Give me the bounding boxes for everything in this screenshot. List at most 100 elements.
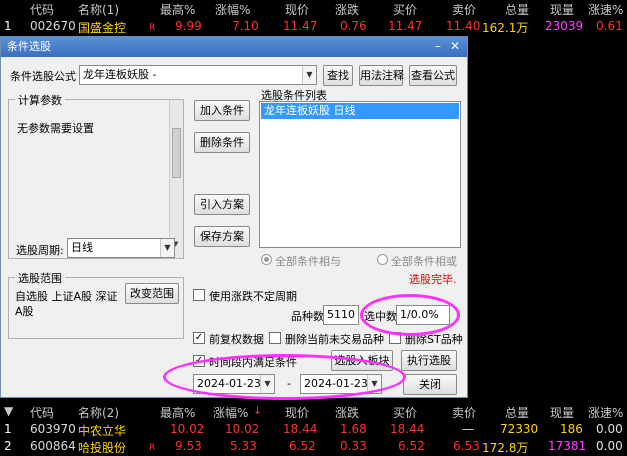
delete-condition-button[interactable]: 删除条件 — [194, 132, 250, 153]
stock-name: 中农立华 — [78, 424, 127, 438]
period-select[interactable]: 日线 ▼ — [67, 238, 175, 258]
highlight-ellipse-dates — [163, 354, 406, 400]
period-value: 日线 — [71, 241, 93, 254]
chevron-down-icon[interactable]: ▼ — [160, 239, 174, 257]
dialog-title: 条件选股 — [7, 40, 51, 53]
col-code[interactable]: 代码 — [30, 404, 54, 421]
irregular-period-label: 使用涨跌不定周期 — [209, 290, 297, 303]
col-volume[interactable]: 总量 — [505, 1, 529, 18]
col-change[interactable]: 涨跌 — [335, 404, 359, 421]
radio-and-label: 全部条件相与 — [275, 255, 341, 268]
chevron-down-icon[interactable]: ▼ — [302, 66, 316, 84]
table-row[interactable]: 2 600864 哈投股份 R 9.53 5.33 6.52 0.33 6.52… — [0, 438, 627, 456]
ask: 11.40 — [446, 19, 481, 33]
period-label: 选股周期: — [16, 244, 64, 257]
change: 1.68 — [340, 422, 367, 436]
formula-select[interactable]: 龙年连板妖股 - ▼ — [79, 65, 317, 85]
radio-or-label: 全部条件相或 — [391, 255, 457, 268]
ask: 6.53 — [453, 439, 480, 453]
list-item[interactable]: 龙年连板妖股 日线 — [261, 103, 459, 119]
usage-notes-button[interactable]: 用法注释 — [359, 65, 404, 86]
params-scrollbar[interactable]: ▼ — [169, 100, 183, 258]
params-title: 计算参数 — [15, 92, 65, 108]
conditions-list[interactable]: 龙年连板妖股 日线 — [259, 101, 461, 248]
range-text: 自选股 上证A股 深证 — [15, 290, 118, 303]
stock-code: 002670 — [30, 19, 76, 33]
formula-label: 条件选股公式 — [10, 70, 76, 83]
change: 0.76 — [340, 19, 367, 33]
find-button[interactable]: 查找 — [323, 65, 353, 86]
col-change-pct[interactable]: 涨幅% — [213, 404, 248, 421]
scroll-thumb[interactable] — [172, 128, 181, 178]
col-bid[interactable]: 买价 — [393, 404, 417, 421]
radio-and[interactable] — [261, 254, 272, 265]
stock-screener-dialog: 条件选股 – ✕ 条件选股公式 龙年连板妖股 - ▼ 查找 用法注释 查看公式 … — [0, 36, 468, 398]
volume: 172.8万 — [482, 441, 529, 455]
col-change-pct[interactable]: 涨幅% — [215, 1, 250, 18]
row-index: 1 — [4, 19, 12, 33]
col-speed[interactable]: 涨速% — [588, 1, 623, 18]
high-pct: 9.99 — [175, 19, 202, 33]
ask: — — [462, 422, 474, 436]
col-price[interactable]: 现价 — [285, 1, 309, 18]
high-pct: 10.02 — [170, 422, 205, 436]
execute-button[interactable]: 执行选股 — [401, 350, 457, 371]
save-scheme-button[interactable]: 保存方案 — [194, 226, 250, 247]
col-name[interactable]: 名称(1) — [78, 1, 119, 18]
import-scheme-button[interactable]: 引入方案 — [194, 194, 250, 215]
minimize-icon[interactable]: – — [431, 40, 445, 54]
remove-no-trade-checkbox[interactable] — [269, 332, 281, 344]
params-group: 计算参数 无参数需要设置 ▼ — [8, 92, 184, 259]
col-ask[interactable]: 卖价 — [452, 404, 476, 421]
table-row[interactable]: 1 603970 中农立华 10.02 10.02 18.44 1.68 18.… — [0, 421, 627, 439]
col-code[interactable]: 代码 — [30, 1, 54, 18]
change-pct: 5.33 — [230, 439, 257, 453]
col-name[interactable]: 名称(2) — [78, 404, 119, 421]
col-change[interactable]: 涨跌 — [335, 1, 359, 18]
price: 6.52 — [289, 439, 316, 453]
params-text: 无参数需要设置 — [17, 122, 94, 135]
view-formula-button[interactable]: 查看公式 — [409, 65, 457, 86]
col-volume[interactable]: 总量 — [505, 404, 529, 421]
row-index: 1 — [4, 422, 12, 436]
col-cur-vol[interactable]: 现量 — [550, 1, 574, 18]
add-condition-button[interactable]: 加入条件 — [194, 100, 250, 121]
volume: 162.1万 — [482, 21, 529, 35]
dialog-titlebar[interactable]: 条件选股 – ✕ — [1, 37, 467, 57]
remove-no-trade-label: 删除当前未交易品种 — [285, 333, 384, 346]
bid: 18.44 — [390, 422, 425, 436]
col-price[interactable]: 现价 — [285, 404, 309, 421]
margin-flag: R — [149, 443, 156, 453]
change-pct: 7.10 — [232, 19, 259, 33]
row-index: 2 — [4, 439, 12, 453]
col-bid[interactable]: 买价 — [393, 1, 417, 18]
high-pct: 9.53 — [175, 439, 202, 453]
sort-desc-icon: ↓ — [253, 404, 263, 417]
col-high-pct[interactable]: 最高% — [160, 404, 195, 421]
bid: 11.47 — [388, 19, 423, 33]
col-ask[interactable]: 卖价 — [452, 1, 476, 18]
col-cur-vol[interactable]: 现量 — [550, 404, 574, 421]
volume: 72330 — [500, 422, 539, 436]
stock-name: 国盛金控 — [78, 21, 127, 35]
speed: 0.00 — [596, 422, 623, 436]
col-speed[interactable]: 涨速% — [588, 404, 623, 421]
range-text-2: A股 — [15, 305, 34, 318]
stock-code: 600864 — [30, 439, 76, 453]
status-text: 选股完毕. — [409, 273, 457, 286]
close-button[interactable]: 关闭 — [403, 374, 457, 395]
change-range-button[interactable]: 改变范围 — [125, 283, 179, 304]
range-group: 选股范围 自选股 上证A股 深证 A股 改变范围 — [8, 270, 184, 339]
prior-adjust-checkbox[interactable]: ✓ — [193, 332, 205, 344]
highlight-ellipse-selected — [360, 294, 460, 336]
col-high-pct[interactable]: 最高% — [160, 1, 195, 18]
radio-or[interactable] — [377, 254, 388, 265]
irregular-period-checkbox[interactable] — [193, 289, 205, 301]
close-icon[interactable]: ✕ — [448, 40, 462, 54]
stock-name: 哈投股份 — [78, 441, 127, 455]
count-label: 品种数 — [291, 310, 324, 323]
header-marker: ▼ — [4, 404, 14, 418]
top-quote-header: 代码 名称(1) 最高% 涨幅% 现价 涨跌 买价 卖价 总量 现量 涨速% — [0, 0, 627, 18]
table-row[interactable]: 1 002670 国盛金控 R 9.99 7.10 11.47 0.76 11.… — [0, 18, 627, 36]
speed: 0.00 — [596, 439, 623, 453]
